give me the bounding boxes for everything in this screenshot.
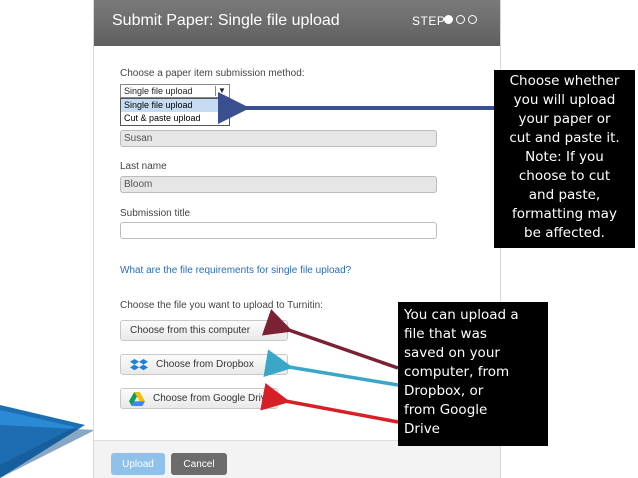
callout-method-line: be affected. bbox=[524, 225, 605, 241]
callout-method-line: cut and paste it. bbox=[509, 130, 620, 146]
callout-method-line: formatting may bbox=[512, 206, 617, 222]
choose-dropbox-label: Choose from Dropbox bbox=[156, 359, 254, 370]
callout-method-line: you will upload bbox=[513, 92, 616, 108]
callout-upload-line: from Google bbox=[404, 402, 488, 418]
file-requirements-link[interactable]: What are the file requirements for singl… bbox=[120, 265, 351, 276]
method-select-value: Single file upload bbox=[124, 86, 193, 96]
step-2-dot bbox=[456, 15, 465, 24]
choose-dropbox-button[interactable]: Choose from Dropbox bbox=[120, 354, 288, 375]
callout-upload-line: Dropbox, or bbox=[404, 383, 484, 399]
last-name-field[interactable]: Bloom bbox=[120, 176, 437, 193]
chevron-down-icon[interactable]: ▼ bbox=[215, 86, 228, 96]
callout-method-note: Choose whether you will upload your pape… bbox=[494, 70, 635, 248]
first-name-field[interactable]: Susan bbox=[120, 130, 437, 147]
last-name-label: Last name bbox=[120, 161, 167, 172]
choose-computer-label: Choose from this computer bbox=[130, 325, 251, 336]
dialog-header: Submit Paper: Single file upload STEP bbox=[94, 0, 500, 46]
choose-computer-button[interactable]: Choose from this computer bbox=[120, 320, 288, 341]
callout-upload-line: Drive bbox=[404, 421, 440, 437]
dropbox-icon bbox=[130, 358, 148, 370]
method-label: Choose a paper item submission method: bbox=[120, 68, 305, 79]
step-3-dot bbox=[468, 15, 477, 24]
callout-method-line: and paste, bbox=[528, 187, 601, 203]
callout-upload-line: You can upload a bbox=[404, 307, 519, 323]
step-1-dot bbox=[444, 15, 453, 24]
callout-upload-note: You can upload a file that was saved on … bbox=[398, 302, 548, 446]
method-dropdown: Single file upload Cut & paste upload bbox=[120, 98, 230, 126]
choose-drive-button[interactable]: Choose from Google Drive bbox=[120, 388, 278, 409]
callout-method-line: your paper or bbox=[518, 111, 611, 127]
choose-drive-label: Choose from Google Drive bbox=[153, 393, 272, 404]
submission-title-field[interactable] bbox=[120, 222, 437, 239]
callout-upload-line: file that was bbox=[404, 326, 487, 342]
method-select[interactable]: Single file upload ▼ bbox=[120, 84, 230, 98]
callout-method-line: Note: If you bbox=[525, 149, 604, 165]
callout-method-line: choose to cut bbox=[518, 168, 611, 184]
step-label: STEP bbox=[412, 14, 446, 28]
dialog-title: Submit Paper: Single file upload bbox=[112, 12, 340, 29]
step-indicator bbox=[444, 15, 477, 24]
callout-method-line: Choose whether bbox=[509, 73, 620, 89]
callout-upload-line: saved on your bbox=[404, 345, 500, 361]
file-choose-label: Choose the file you want to upload to Tu… bbox=[120, 300, 323, 311]
method-option-single[interactable]: Single file upload bbox=[121, 99, 229, 112]
upload-button[interactable]: Upload bbox=[111, 453, 165, 475]
submission-title-label: Submission title bbox=[120, 208, 191, 219]
method-option-cut-paste[interactable]: Cut & paste upload bbox=[121, 112, 229, 125]
google-drive-icon bbox=[129, 391, 145, 406]
callout-upload-line: computer, from bbox=[404, 364, 510, 380]
cancel-button[interactable]: Cancel bbox=[171, 453, 227, 475]
